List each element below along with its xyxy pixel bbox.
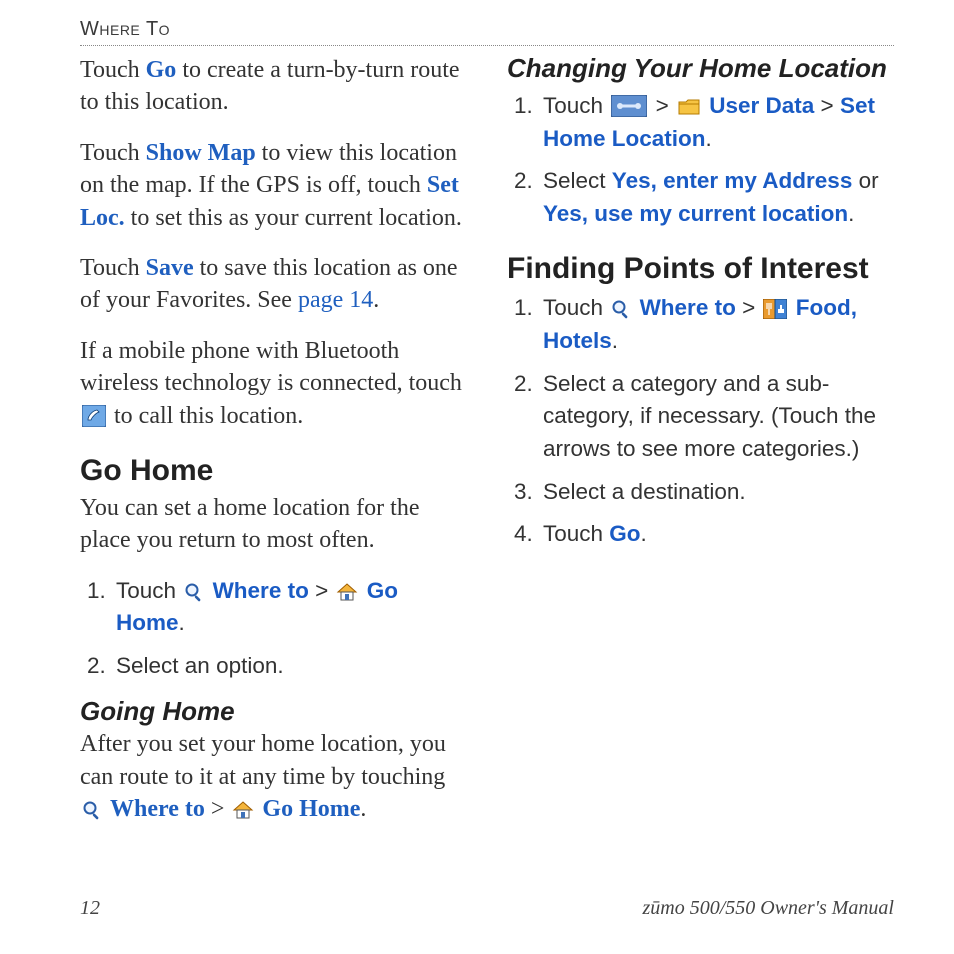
link-save[interactable]: Save: [146, 255, 194, 281]
para-go: Touch Go to create a turn-by-turn route …: [80, 54, 467, 119]
running-head: Where To: [80, 18, 894, 46]
text: Touch: [543, 93, 609, 118]
link-user-data[interactable]: User Data: [709, 93, 814, 118]
wrench-icon: [611, 95, 647, 117]
home-icon: [336, 582, 358, 602]
text: Touch: [116, 578, 182, 603]
text: .: [373, 287, 379, 313]
step-2: Select Yes, enter my Address or Yes, use…: [539, 165, 894, 230]
link-where-to[interactable]: Where to: [213, 578, 309, 603]
steps-go-home: Touch Where to >: [80, 575, 467, 683]
text: Touch: [543, 521, 609, 546]
heading-going-home: Going Home: [80, 697, 467, 727]
left-column: Touch Go to create a turn-by-turn route …: [80, 54, 467, 844]
text: to set this as your current location.: [125, 205, 462, 231]
text: Touch: [80, 140, 146, 166]
food-hotel-icon: [763, 299, 787, 319]
text: Touch: [80, 255, 146, 281]
phone-icon: [82, 405, 106, 427]
magnifier-icon: [184, 582, 204, 602]
text: >: [656, 93, 675, 118]
steps-poi: Touch Where to >: [507, 292, 894, 550]
text: .: [706, 126, 712, 151]
link-where-to[interactable]: Where to: [110, 796, 205, 822]
text: Select: [543, 168, 612, 193]
text: Touch: [543, 295, 609, 320]
doc-title: zūmo 500/550 Owner's Manual: [642, 897, 894, 920]
link-show-map[interactable]: Show Map: [146, 140, 256, 166]
step-1: Touch Where to >: [539, 292, 894, 357]
magnifier-icon: [611, 299, 631, 319]
heading-change-home: Changing Your Home Location: [507, 54, 894, 84]
para-bluetooth: If a mobile phone with Bluetooth wireles…: [80, 335, 467, 432]
link-yes-enter-address[interactable]: Yes, enter my Address: [612, 168, 853, 193]
text: After you set your home location, you ca…: [80, 731, 446, 789]
text: .: [641, 521, 647, 546]
columns: Touch Go to create a turn-by-turn route …: [80, 54, 894, 844]
text: >: [814, 93, 840, 118]
link-yes-current-location[interactable]: Yes, use my current location: [543, 201, 848, 226]
home-icon: [232, 800, 254, 820]
step-2: Select an option.: [112, 650, 467, 683]
footer: 12 zūmo 500/550 Owner's Manual: [80, 897, 894, 920]
text: .: [179, 610, 185, 635]
step-3: Select a destination.: [539, 476, 894, 509]
para-save: Touch Save to save this location as one …: [80, 252, 467, 317]
page: Where To Touch Go to create a turn-by-tu…: [0, 0, 954, 954]
steps-change-home: Touch >: [507, 90, 894, 231]
link-go[interactable]: Go: [609, 521, 640, 546]
text: >: [205, 796, 231, 822]
magnifier-icon: [82, 800, 102, 820]
step-2: Select a category and a sub-category, if…: [539, 368, 894, 466]
link-go-home[interactable]: Go Home: [262, 796, 360, 822]
text: or: [852, 168, 878, 193]
text: .: [612, 328, 618, 353]
text: .: [848, 201, 854, 226]
para-showmap: Touch Show Map to view this location on …: [80, 137, 467, 234]
heading-go-home: Go Home: [80, 454, 467, 488]
para-going-home: After you set your home location, you ca…: [80, 728, 467, 825]
folder-icon: [677, 97, 701, 117]
page-number: 12: [80, 897, 100, 920]
link-where-to[interactable]: Where to: [640, 295, 736, 320]
right-column: Changing Your Home Location Touch >: [507, 54, 894, 844]
text: to call this location.: [114, 403, 303, 429]
step-4: Touch Go.: [539, 518, 894, 551]
text: If a mobile phone with Bluetooth wireles…: [80, 338, 462, 396]
text: >: [309, 578, 335, 603]
heading-poi: Finding Points of Interest: [507, 252, 894, 286]
text: .: [360, 796, 366, 822]
text: Touch: [80, 57, 146, 83]
para-go-home-body: You can set a home location for the plac…: [80, 492, 467, 557]
step-1: Touch Where to >: [112, 575, 467, 640]
link-page-14[interactable]: page 14: [298, 287, 373, 313]
step-1: Touch >: [539, 90, 894, 155]
link-go[interactable]: Go: [146, 57, 177, 83]
text: >: [736, 295, 762, 320]
